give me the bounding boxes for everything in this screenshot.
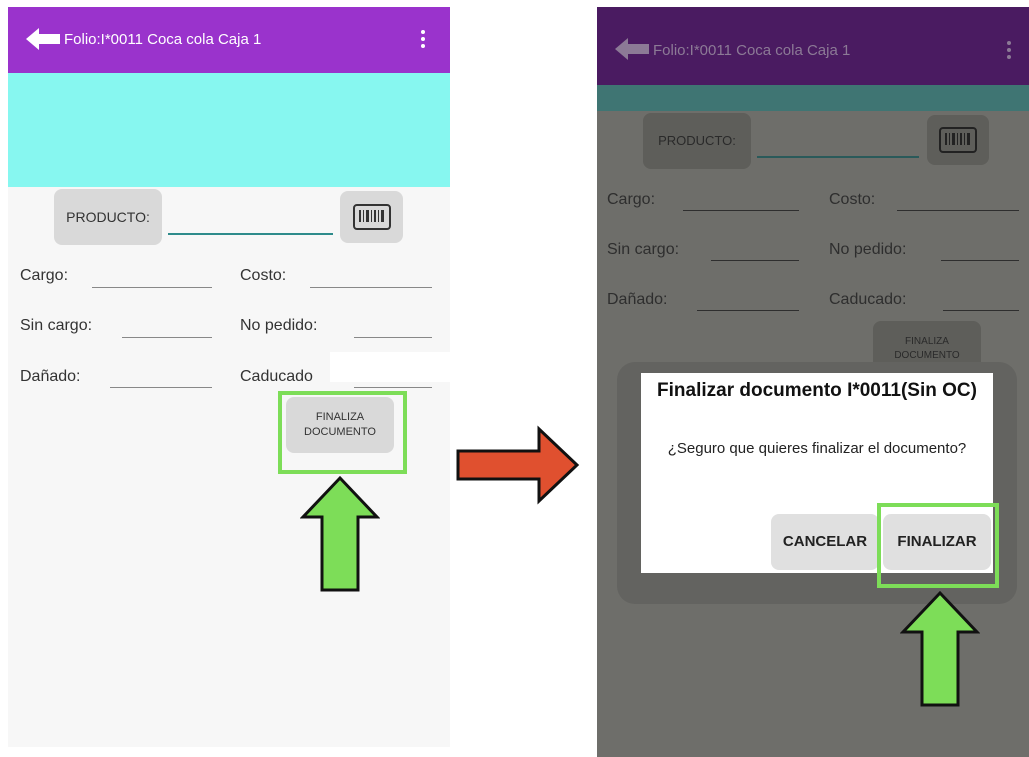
back-arrow-icon[interactable] [26, 28, 60, 50]
field-label-no-pedido: No pedido: [829, 241, 907, 258]
app-header: Folio:I*0011 Coca cola Caja 1 [8, 7, 450, 73]
field-input-sin-cargo [711, 260, 799, 261]
field-label-danado: Dañado: [607, 291, 668, 308]
banner-dimmed [597, 85, 1029, 111]
up-arrow-icon [900, 590, 980, 707]
field-input-costo [897, 210, 1019, 211]
banner [8, 73, 450, 187]
more-options-icon [1007, 41, 1012, 62]
field-input-danado [697, 310, 799, 311]
highlight-finalize-left [278, 391, 407, 474]
field-input-danado[interactable] [110, 387, 212, 388]
white-patch [330, 352, 450, 382]
field-label-cargo: Cargo: [20, 267, 69, 284]
product-button: PRODUCTO: [643, 113, 751, 169]
header-title: Folio:I*0011 Coca cola Caja 1 [653, 42, 851, 59]
field-label-sin-cargo: Sin cargo: [20, 317, 93, 334]
field-input-no-pedido[interactable] [354, 337, 432, 338]
product-input[interactable] [168, 233, 333, 235]
finalize-label-line2: DOCUMENTO [894, 350, 960, 361]
field-label-caducado: Caducado [240, 368, 313, 385]
field-label-costo: Costo: [240, 267, 287, 284]
header-title: Folio:I*0011 Coca cola Caja 1 [64, 31, 262, 48]
barcode-icon [939, 127, 977, 153]
field-label-danado: Dañado: [20, 368, 81, 385]
more-options-icon[interactable] [421, 30, 426, 51]
barcode-scan-button [927, 115, 989, 165]
field-label-no-pedido: No pedido: [240, 317, 318, 334]
field-label-cargo: Cargo: [607, 191, 656, 208]
field-input-cargo [683, 210, 799, 211]
dialog-message: ¿Seguro que quieres finalizar el documen… [667, 440, 967, 457]
left-screen: Folio:I*0011 Coca cola Caja 1 PRODUCTO: … [8, 7, 450, 747]
field-label-caducado: Caducado: [829, 291, 907, 308]
back-arrow-icon [615, 38, 649, 60]
right-arrow-icon [456, 425, 580, 505]
field-label-costo: Costo: [829, 191, 876, 208]
app-header-dimmed: Folio:I*0011 Coca cola Caja 1 [597, 7, 1029, 85]
barcode-icon [353, 204, 391, 230]
field-label-sin-cargo: Sin cargo: [607, 241, 680, 258]
up-arrow-icon [300, 475, 380, 592]
cancel-button[interactable]: CANCELAR [771, 514, 879, 570]
field-input-sin-cargo[interactable] [122, 337, 212, 338]
field-input-costo[interactable] [310, 287, 432, 288]
product-button[interactable]: PRODUCTO: [54, 189, 162, 245]
barcode-scan-button[interactable] [340, 191, 403, 243]
dialog-title: Finalizar documento I*0011(Sin OC) [657, 380, 977, 401]
field-input-no-pedido [941, 260, 1019, 261]
field-input-caducado[interactable] [354, 387, 432, 388]
product-input [757, 156, 919, 158]
field-input-cargo[interactable] [92, 287, 212, 288]
field-input-caducado [943, 310, 1019, 311]
finalize-label-line1: FINALIZA [905, 336, 949, 347]
highlight-finalizar [877, 503, 999, 588]
